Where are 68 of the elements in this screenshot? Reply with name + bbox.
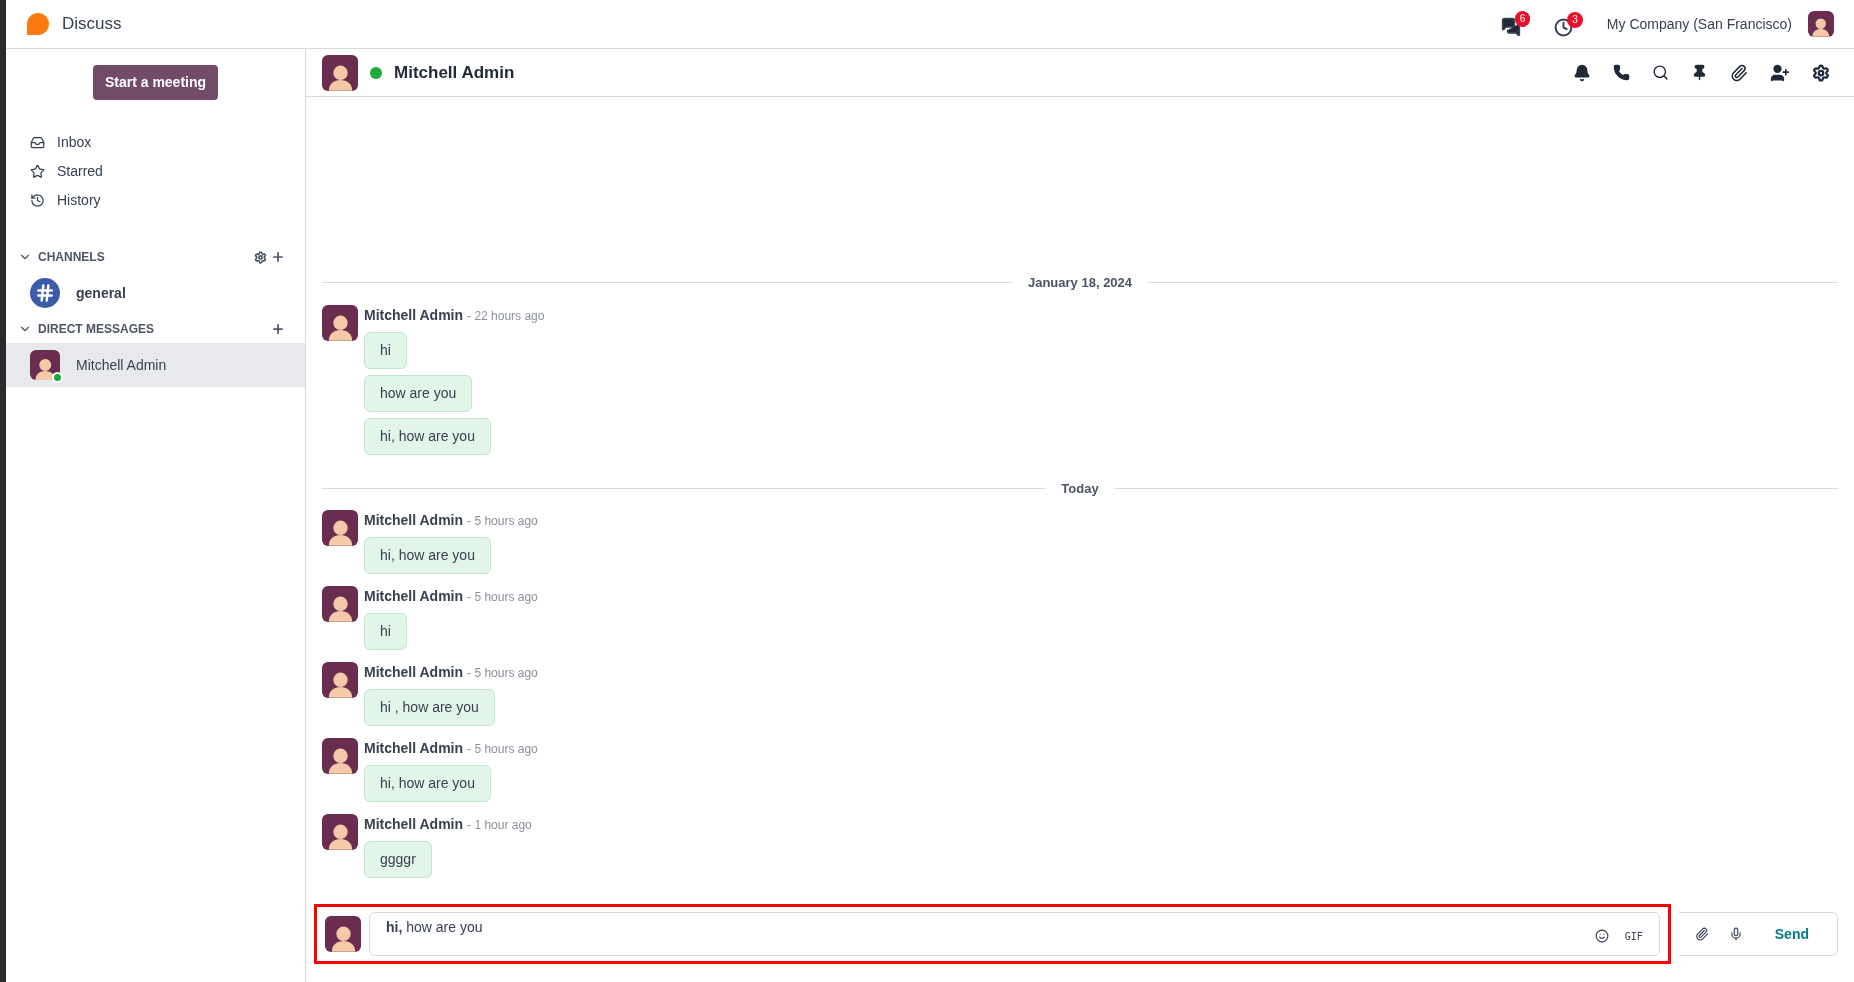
avatar xyxy=(322,738,358,774)
section-title: CHANNELS xyxy=(38,249,105,266)
send-button[interactable]: Send xyxy=(1762,923,1821,945)
avatar xyxy=(322,54,358,91)
search-icon[interactable] xyxy=(1652,64,1669,81)
section-title: DIRECT MESSAGES xyxy=(38,321,154,338)
date-separator: January 18, 2024 xyxy=(1027,274,1133,292)
message-time: - 1 hour ago xyxy=(467,817,532,834)
phone-icon[interactable] xyxy=(1613,64,1630,81)
conversation-title: Mitchell Admin xyxy=(394,61,515,84)
message-time: - 5 hours ago xyxy=(467,665,538,682)
message-time: - 5 hours ago xyxy=(467,741,538,758)
gif-button[interactable]: GIF xyxy=(1624,928,1643,944)
app-logo-icon xyxy=(26,12,50,36)
avatar xyxy=(322,304,358,341)
add-user-icon[interactable] xyxy=(1770,62,1790,83)
app-title: Discuss xyxy=(62,13,122,36)
paperclip-icon[interactable] xyxy=(1730,63,1748,82)
message-author[interactable]: Mitchell Admin xyxy=(364,738,464,759)
add-icon[interactable] xyxy=(271,250,285,264)
clock-icon[interactable] xyxy=(1554,17,1574,37)
add-icon[interactable] xyxy=(271,322,285,336)
message-time: - 5 hours ago xyxy=(467,513,538,530)
microphone-icon[interactable] xyxy=(1728,927,1743,941)
message-bubble: how are you xyxy=(364,374,473,412)
message-author[interactable]: Mitchell Admin xyxy=(364,510,464,531)
message-author[interactable]: Mitchell Admin xyxy=(364,814,464,835)
message-author[interactable]: Mitchell Admin xyxy=(364,304,464,326)
avatar xyxy=(322,814,358,850)
message-bubble: hi xyxy=(364,613,407,650)
message-time: - 5 hours ago xyxy=(467,589,538,606)
message-bubble: hi, how are you xyxy=(364,537,491,574)
message-author[interactable]: Mitchell Admin xyxy=(364,662,464,683)
chat-bubbles-icon[interactable] xyxy=(1500,17,1521,37)
sidebar-nav-item[interactable]: History xyxy=(6,186,305,215)
message-time: - 22 hours ago xyxy=(467,307,545,325)
message-input-field[interactable]: hi, how are you GIF xyxy=(369,912,1660,956)
message-bubble: hi, how are you xyxy=(364,417,491,455)
notification-badge: 3 xyxy=(1567,11,1583,28)
avatar xyxy=(322,586,358,622)
avatar xyxy=(325,916,361,952)
avatar xyxy=(30,350,60,380)
avatar xyxy=(322,510,358,546)
attach-icon[interactable] xyxy=(1694,927,1709,941)
message-bubble: ggggr xyxy=(364,841,432,878)
history-icon xyxy=(30,193,45,208)
notification-badge: 6 xyxy=(1514,11,1531,27)
message-author[interactable]: Mitchell Admin xyxy=(364,586,464,607)
settings-icon[interactable] xyxy=(1812,63,1830,82)
avatar xyxy=(322,662,358,698)
emoji-icon[interactable] xyxy=(1594,929,1609,943)
sidebar-conversation-item[interactable]: general xyxy=(6,271,305,315)
sidebar-nav-item[interactable]: Inbox xyxy=(6,128,305,157)
bell-icon[interactable] xyxy=(1573,63,1591,82)
message-bubble: hi , how are you xyxy=(364,689,495,726)
avatar xyxy=(1808,11,1834,37)
composer-text: hi, how are you xyxy=(386,918,484,937)
message-bubble: hi, how are you xyxy=(364,765,491,802)
start-meeting-button[interactable]: Start a meeting xyxy=(92,65,219,100)
sidebar-nav-item[interactable]: Starred xyxy=(6,157,305,186)
sidebar-conversation-item[interactable]: Mitchell Admin xyxy=(6,343,305,387)
star-icon xyxy=(30,164,45,179)
settings-icon[interactable] xyxy=(254,250,267,264)
inbox-icon xyxy=(30,135,45,150)
date-separator: Today xyxy=(1061,479,1099,498)
message-bubble: hi xyxy=(364,331,407,369)
pin-icon[interactable] xyxy=(1691,64,1708,81)
company-switcher[interactable]: My Company (San Francisco) xyxy=(1606,13,1792,35)
